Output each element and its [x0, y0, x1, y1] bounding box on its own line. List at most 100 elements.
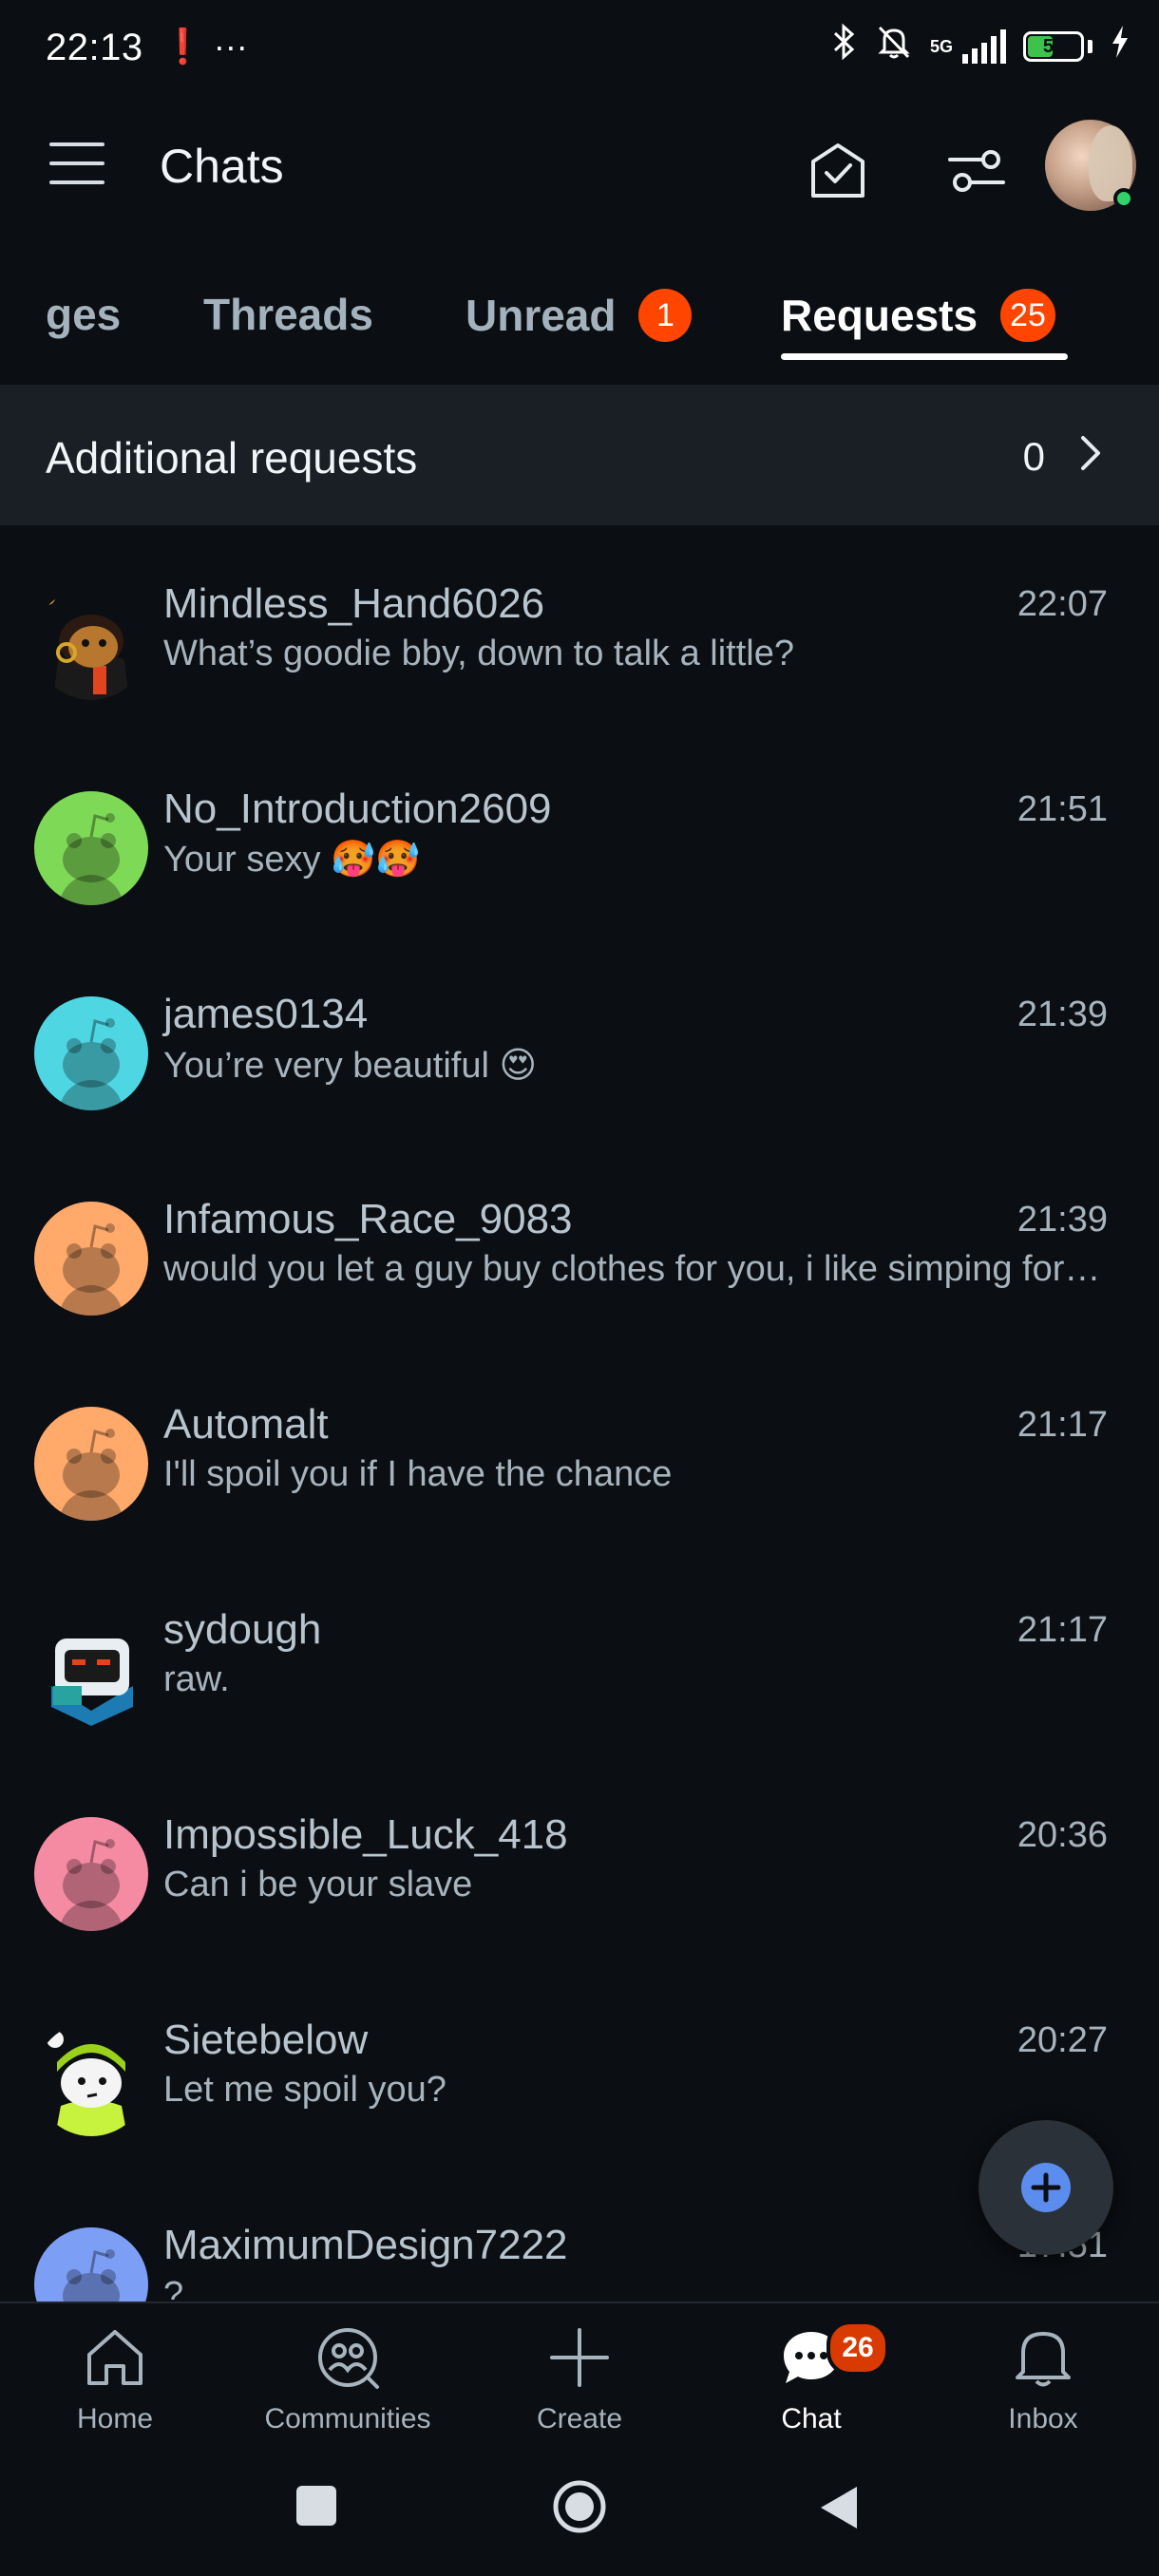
- communities-icon: [318, 2328, 379, 2389]
- avatar[interactable]: [34, 1612, 148, 1726]
- avatar[interactable]: [34, 2227, 148, 2301]
- chat-request-list: Mindless_Hand6026 What’s goodie bby, down…: [0, 525, 1159, 2301]
- nav-chat[interactable]: 26 Chat: [707, 2320, 916, 2435]
- chat-request-row[interactable]: james0134 You’re very beautiful 😍 21:39: [0, 936, 1159, 1141]
- tab-label: Requests: [781, 291, 978, 340]
- chat-timestamp: 20:27: [1016, 2020, 1108, 2060]
- home-system-button[interactable]: [551, 2478, 608, 2540]
- chat-message-preview: would you let a guy buy clothes for you,…: [163, 1249, 1101, 1289]
- inbox-check-icon: [811, 143, 864, 198]
- tab-requests[interactable]: Requests 25: [781, 289, 1055, 342]
- app-bar: Chats: [0, 95, 1159, 247]
- chat-message-preview: ?: [163, 2275, 184, 2301]
- nav-home[interactable]: Home: [10, 2324, 219, 2435]
- chat-request-row[interactable]: Infamous_Race_9083 would you let a guy bu…: [0, 1141, 1159, 1346]
- chat-tabs: ges Threads Unread 1 Requests 25: [0, 247, 1159, 385]
- avatar[interactable]: [34, 1202, 148, 1316]
- nav-inbox[interactable]: Inbox: [939, 2324, 1148, 2435]
- chat-username: Sietebelow: [163, 2017, 369, 2063]
- active-tab-indicator: [781, 353, 1068, 360]
- user-avatar[interactable]: [1045, 120, 1136, 211]
- chat-message-preview: You’re very beautiful 😍: [163, 1046, 538, 1086]
- avatar[interactable]: [34, 1817, 148, 1931]
- chat-timestamp: 21:51: [1016, 789, 1108, 829]
- back-triangle-icon: [821, 2487, 857, 2529]
- circle-icon: [553, 2480, 606, 2533]
- muted-bell-icon: [875, 23, 913, 69]
- system-navigation: [0, 2453, 1159, 2576]
- home-icon: [87, 2330, 142, 2385]
- additional-requests-count: 0: [1022, 434, 1045, 479]
- tab-label: Threads: [203, 290, 373, 339]
- requests-badge: 25: [1000, 289, 1055, 342]
- nav-label: Chat: [781, 2403, 842, 2434]
- battery-icon: 52: [1023, 30, 1084, 62]
- chat-timestamp: 21:17: [1016, 1610, 1108, 1650]
- chat-username: Mindless_Hand6026: [163, 580, 545, 627]
- chat-request-row[interactable]: Impossible_Luck_418 Can i be your slave 20…: [0, 1756, 1159, 1961]
- unread-badge: 1: [638, 289, 693, 342]
- tab-messages[interactable]: ges: [46, 289, 121, 340]
- nav-label: Inbox: [1008, 2403, 1078, 2434]
- nav-label: Home: [76, 2403, 154, 2434]
- chat-username: Automalt: [163, 1401, 329, 1448]
- recents-button[interactable]: [294, 2484, 338, 2532]
- chat-message-preview: Let me spoil you?: [163, 2070, 446, 2110]
- nav-create[interactable]: Create: [475, 2324, 684, 2435]
- chat-badge: 26: [826, 2320, 889, 2376]
- chat-username: james0134: [163, 991, 369, 1037]
- chat-request-row[interactable]: Automalt I'll spoil you if I have the cha…: [0, 1346, 1159, 1551]
- chat-request-row[interactable]: sydough raw. 21:17: [0, 1551, 1159, 1756]
- square-icon: [296, 2486, 336, 2526]
- chat-username: sydough: [163, 1606, 322, 1653]
- online-indicator: [1113, 188, 1134, 209]
- tab-label: ges: [46, 290, 122, 339]
- notification-icons: ❗ ···: [162, 27, 248, 66]
- chat-message-preview: raw.: [163, 1659, 230, 1699]
- avatar[interactable]: [34, 1407, 148, 1521]
- avatar[interactable]: [34, 996, 148, 1110]
- tab-threads[interactable]: Threads: [203, 289, 373, 340]
- battery-tip: [1088, 39, 1092, 53]
- status-time: 22:13: [46, 27, 143, 68]
- tab-unread[interactable]: Unread 1: [466, 289, 693, 342]
- chat-request-row[interactable]: Mindless_Hand6026 What’s goodie bby, down…: [0, 525, 1159, 730]
- menu-icon[interactable]: [49, 142, 104, 184]
- additional-requests-row[interactable]: Additional requests 0: [0, 385, 1159, 525]
- back-button[interactable]: [817, 2484, 861, 2536]
- charging-icon: [1110, 24, 1130, 68]
- filter-button[interactable]: [939, 133, 1015, 209]
- battery-percent: 52: [1042, 35, 1065, 57]
- chat-username: MaximumDesign7222: [163, 2222, 568, 2268]
- chat-message-preview: I'll spoil you if I have the chance: [163, 1454, 673, 1494]
- add-chat-icon: [1021, 2163, 1071, 2212]
- new-chat-button[interactable]: [978, 2120, 1113, 2255]
- additional-requests-label: Additional requests: [46, 433, 418, 483]
- chevron-right-icon: [1079, 434, 1102, 477]
- chat-message-preview: Can i be your slave: [163, 1865, 473, 1904]
- avatar[interactable]: [34, 2022, 148, 2136]
- chat-timestamp: 21:17: [1016, 1405, 1108, 1445]
- chat-timestamp: 21:39: [1016, 1200, 1108, 1240]
- bell-icon: [1016, 2332, 1071, 2387]
- chat-username: Impossible_Luck_418: [163, 1811, 568, 1858]
- tab-label: Unread: [466, 291, 617, 340]
- chat-message-preview: What’s goodie bby, down to talk a little…: [163, 634, 794, 673]
- mark-read-button[interactable]: [800, 133, 876, 209]
- plus-icon: [550, 2328, 609, 2387]
- network-type: 5G: [929, 36, 953, 56]
- signal-icon: [962, 28, 1006, 64]
- bluetooth-icon: [831, 23, 858, 69]
- avatar[interactable]: [34, 586, 148, 700]
- chat-message-preview: Your sexy 🥵🥵: [163, 840, 421, 880]
- chat-request-row[interactable]: No_Introduction2609 Your sexy 🥵🥵 21:51: [0, 730, 1159, 936]
- status-bar: 22:13 ❗ ··· 5G 52: [0, 0, 1159, 95]
- nav-label: Create: [536, 2403, 623, 2434]
- filter-icon: [948, 150, 1005, 192]
- avatar[interactable]: [34, 791, 148, 905]
- nav-communities[interactable]: Communities: [243, 2324, 452, 2435]
- chat-timestamp: 21:39: [1016, 994, 1108, 1034]
- chat-request-row[interactable]: Sietebelow Let me spoil you? 20:27: [0, 1961, 1159, 2167]
- chat-timestamp: 20:36: [1016, 1815, 1108, 1855]
- bottom-navigation: Home Communities Create 26 Chat Inbox: [0, 2301, 1159, 2453]
